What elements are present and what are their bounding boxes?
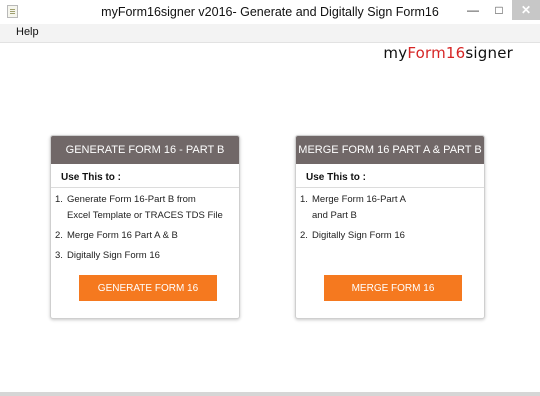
list-item: 2. Digitally Sign Form 16 <box>300 228 406 244</box>
step-text: and Part B <box>312 210 357 221</box>
step-number: 1. <box>55 194 63 205</box>
step-text: Generate Form 16-Part B from <box>67 194 196 205</box>
bottom-edge <box>0 392 540 396</box>
generate-form16-button[interactable]: GENERATE FORM 16 <box>79 275 217 301</box>
steps-list: 1. Merge Form 16-Part A and Part B 2. Di… <box>300 192 406 248</box>
generate-form16-card: GENERATE FORM 16 - PART B Use This to : … <box>50 135 240 319</box>
step-text: Merge Form 16 Part A & B <box>67 230 178 241</box>
title-bar: myForm16signer v2016- Generate and Digit… <box>0 0 540 25</box>
list-item: 1. Merge Form 16-Part A and Part B <box>300 192 406 224</box>
brand-suffix: signer <box>465 44 513 62</box>
window-title: myForm16signer v2016- Generate and Digit… <box>101 5 439 19</box>
step-number: 2. <box>300 230 308 241</box>
card-subtitle: Use This to : <box>61 172 122 183</box>
card-divider <box>296 187 484 188</box>
merge-form16-card: MERGE FORM 16 PART A & PART B Use This t… <box>295 135 485 319</box>
card-header: MERGE FORM 16 PART A & PART B <box>296 136 484 164</box>
brand-highlight: Form16 <box>407 44 466 62</box>
step-text: Digitally Sign Form 16 <box>312 230 405 241</box>
menu-bar: Help <box>0 24 540 43</box>
steps-list: 1. Generate Form 16-Part B from Excel Te… <box>55 192 223 268</box>
step-text: Excel Template or TRACES TDS File <box>67 210 223 221</box>
brand-prefix: my <box>383 44 408 62</box>
card-header: GENERATE FORM 16 - PART B <box>51 136 239 164</box>
card-subtitle: Use This to : <box>306 172 367 183</box>
step-text: Digitally Sign Form 16 <box>67 250 160 261</box>
step-number: 2. <box>55 230 63 241</box>
menu-item-help[interactable]: Help <box>16 26 39 38</box>
step-text: Merge Form 16-Part A <box>312 194 406 205</box>
maximize-button[interactable]: □ <box>486 0 512 20</box>
merge-form16-button[interactable]: MERGE FORM 16 <box>324 275 462 301</box>
step-number: 1. <box>300 194 308 205</box>
list-item: 3. Digitally Sign Form 16 <box>55 248 223 264</box>
list-item: 1. Generate Form 16-Part B from Excel Te… <box>55 192 223 224</box>
step-number: 3. <box>55 250 63 261</box>
brand-logo: myForm16signer <box>383 44 513 62</box>
minimize-button[interactable]: — <box>460 0 486 20</box>
close-button[interactable]: ✕ <box>512 0 540 20</box>
card-divider <box>51 187 239 188</box>
list-item: 2. Merge Form 16 Part A & B <box>55 228 223 244</box>
